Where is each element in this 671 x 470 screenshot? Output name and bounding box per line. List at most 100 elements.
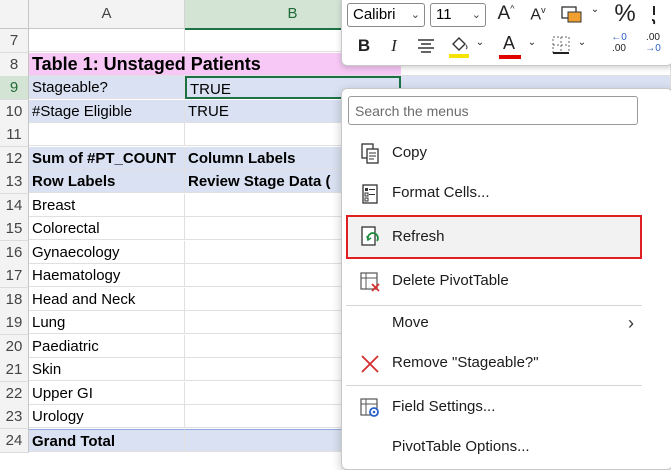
percent-style-button[interactable]: %	[611, 0, 639, 28]
cell-a[interactable]: Breast	[29, 194, 185, 217]
menu-item-remove-field[interactable]: Remove "Stageable?"	[346, 343, 642, 383]
format-cells-icon	[362, 184, 378, 204]
font-color-letter: A	[503, 33, 516, 53]
row-header[interactable]: 7	[0, 29, 29, 53]
row-header[interactable]: 15	[0, 217, 29, 241]
cell-a[interactable]: Upper GI	[29, 382, 185, 405]
accounting-format-icon	[561, 6, 582, 23]
copy-icon	[361, 143, 379, 164]
row-header[interactable]: 19	[0, 311, 29, 335]
cell-a[interactable]: Skin	[29, 358, 185, 381]
chevron-down-icon[interactable]: ⌄	[474, 37, 486, 48]
column-header-a[interactable]: A	[29, 0, 185, 29]
row-header[interactable]: 17	[0, 264, 29, 288]
font-name-value: Calibri	[353, 6, 396, 23]
increase-decimal-button[interactable]: ←0 .00	[604, 32, 634, 54]
row-header[interactable]: 18	[0, 288, 29, 312]
bold-button[interactable]: B	[354, 36, 374, 56]
cell-a[interactable]: #Stage Eligible	[29, 100, 185, 123]
cell-a[interactable]: Lung	[29, 311, 185, 334]
cell-a[interactable]: Sum of #PT_COUNT	[29, 147, 185, 170]
menu-item-label: Move	[392, 314, 429, 331]
row-header[interactable]: 23	[0, 405, 29, 429]
increase-decimal-top: ←0	[611, 32, 627, 43]
menu-item-label: Copy	[392, 144, 428, 161]
cell-a[interactable]: Row Labels	[29, 170, 185, 193]
chevron-down-icon[interactable]: ⌄	[588, 4, 602, 15]
row-header[interactable]: 14	[0, 194, 29, 218]
chevron-down-icon[interactable]: ⌄	[576, 37, 588, 48]
chevron-right-icon: ›	[628, 313, 634, 333]
menu-item-copy[interactable]: Copy	[346, 133, 642, 173]
cell-a[interactable]: Colorectal	[29, 217, 185, 240]
chevron-down-icon: ⌄	[410, 9, 420, 21]
borders-button[interactable]	[548, 34, 574, 60]
fill-color-button[interactable]	[446, 33, 472, 63]
row-header[interactable]: 20	[0, 335, 29, 359]
row-header[interactable]: 22	[0, 382, 29, 406]
decrease-decimal-button[interactable]: .00 →0	[638, 32, 668, 54]
align-center-icon	[418, 39, 434, 53]
cell-a[interactable]: Gynaecology	[29, 241, 185, 264]
row-header[interactable]: 13	[0, 170, 29, 194]
font-size-value: 11	[436, 6, 452, 23]
refresh-icon	[361, 226, 379, 246]
borders-icon	[552, 36, 570, 54]
grow-font-icon: A	[497, 3, 511, 24]
menu-item-label: Remove "Stageable?"	[392, 354, 539, 371]
font-color-swatch	[499, 55, 521, 59]
cell-a[interactable]: Grand Total	[29, 429, 185, 452]
decrease-decimal-bottom: →0	[645, 43, 661, 54]
row-header[interactable]: 11	[0, 123, 29, 147]
menu-item-field-settings[interactable]: Field Settings...	[346, 387, 642, 427]
cell-a[interactable]: Haematology	[29, 264, 185, 287]
field-settings-icon	[360, 398, 379, 417]
cell-a[interactable]	[29, 123, 185, 146]
menu-item-pivottable-options[interactable]: PivotTable Options...	[346, 427, 642, 467]
align-center-button[interactable]	[414, 35, 438, 61]
menu-search-input[interactable]	[348, 96, 638, 125]
increase-decimal-bottom: .00	[612, 43, 626, 54]
font-name-dropdown[interactable]: Calibri ⌄	[347, 3, 425, 27]
decrease-decimal-top: .00	[646, 32, 660, 43]
chevron-down-icon: ⌄	[471, 9, 481, 21]
menu-item-format-cells[interactable]: Format Cells...	[346, 173, 642, 213]
menu-item-delete-pivottable[interactable]: Delete PivotTable	[346, 261, 642, 301]
comma-style-button[interactable]	[642, 3, 666, 29]
font-size-dropdown[interactable]: 11 ⌄	[430, 3, 486, 27]
highlight-color-swatch	[449, 54, 469, 58]
remove-x-icon	[361, 355, 379, 373]
row-header[interactable]: 8	[0, 53, 29, 77]
cell-a[interactable]: Stageable?	[29, 76, 185, 99]
menu-item-label: Field Settings...	[392, 398, 496, 415]
row-header[interactable]: 9	[0, 76, 29, 100]
select-all-corner[interactable]	[0, 0, 29, 29]
row-header[interactable]: 24	[0, 429, 29, 453]
decrease-font-size-button[interactable]: Av	[526, 5, 550, 24]
chevron-down-icon[interactable]: ⌄	[526, 37, 538, 48]
cell-a[interactable]: Urology	[29, 405, 185, 428]
delete-pivot-icon	[360, 272, 380, 292]
fill-bucket-icon	[449, 37, 469, 58]
cell-a[interactable]: Paediatric	[29, 335, 185, 358]
accounting-format-button[interactable]	[558, 3, 584, 27]
menu-item-label: PivotTable Options...	[392, 438, 530, 455]
context-menu: Copy Format Cells... Refresh Delete Pivo…	[341, 88, 671, 470]
mini-toolbar: Calibri ⌄ 11 ⌄ A^ Av ⌄ % B I ⌄ A ⌄ ⌄ ←0 …	[341, 0, 671, 66]
increase-font-size-button[interactable]: A^	[494, 3, 518, 25]
menu-item-label: Format Cells...	[392, 184, 490, 201]
menu-item-refresh[interactable]: Refresh	[346, 215, 642, 259]
row-header[interactable]: 21	[0, 358, 29, 382]
menu-item-label: Refresh	[392, 228, 445, 245]
shrink-font-icon: A	[530, 6, 542, 24]
cell-a[interactable]: Head and Neck	[29, 288, 185, 311]
menu-separator	[346, 385, 642, 386]
menu-item-label: Delete PivotTable	[392, 272, 509, 289]
cell-a[interactable]	[29, 29, 185, 52]
menu-item-move[interactable]: Move ›	[346, 303, 642, 343]
comma-style-icon	[651, 6, 656, 25]
row-header[interactable]: 12	[0, 147, 29, 171]
italic-button[interactable]: I	[384, 36, 404, 56]
row-header[interactable]: 10	[0, 100, 29, 124]
row-header[interactable]: 16	[0, 241, 29, 265]
